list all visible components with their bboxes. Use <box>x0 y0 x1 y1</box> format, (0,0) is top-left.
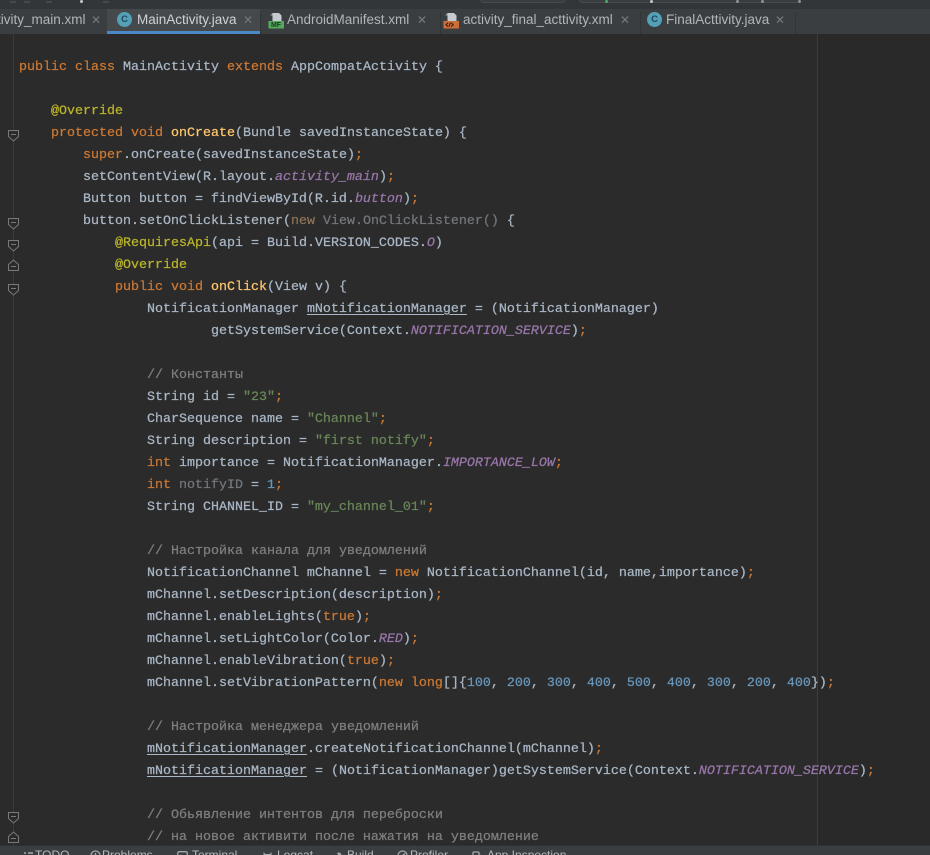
svg-text:MF: MF <box>271 22 282 29</box>
